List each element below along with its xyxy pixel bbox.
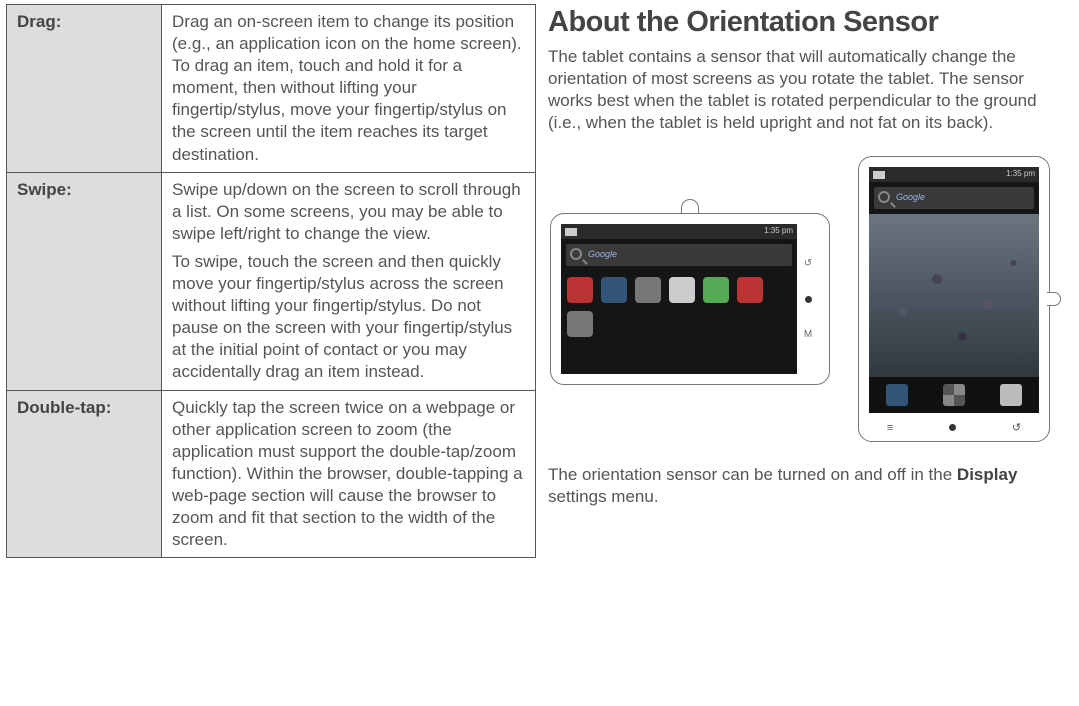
term-swipe: Swipe:	[7, 172, 162, 390]
def-doubletap: Quickly tap the screen twice on a webpag…	[162, 390, 536, 558]
app-icon	[601, 277, 627, 303]
tablet-screen: 1:35 pm Google	[561, 224, 797, 374]
tablet-portrait: 1:35 pm Google ≡ ↺	[858, 156, 1050, 442]
tablet-screen: 1:35 pm Google	[869, 167, 1039, 413]
app-icon	[703, 277, 729, 303]
table-row: Double-tap: Quickly tap the screen twice…	[7, 390, 536, 558]
section-outro: The orientation sensor can be turned on …	[548, 464, 1069, 508]
search-bar: Google	[566, 244, 792, 266]
app-icon	[669, 277, 695, 303]
def-text: Swipe up/down on the screen to scroll th…	[172, 179, 525, 245]
outro-text: settings menu.	[548, 487, 659, 506]
status-bar: 1:35 pm	[561, 224, 797, 239]
dock	[869, 377, 1039, 413]
dock-icon	[886, 384, 908, 406]
camera-icon	[1047, 292, 1061, 306]
app-icon	[567, 277, 593, 303]
gestures-table-column: Drag: Drag an on-screen item to change i…	[6, 4, 536, 702]
tablet-landscape: 1:35 pm Google	[550, 213, 830, 385]
search-bar: Google	[874, 187, 1034, 209]
back-icon: ↺	[1012, 421, 1021, 435]
home-icon	[949, 424, 956, 431]
gestures-table: Drag: Drag an on-screen item to change i…	[6, 4, 536, 558]
signal-icon	[873, 171, 885, 179]
def-drag: Drag an on-screen item to change its pos…	[162, 5, 536, 173]
device-illustrations: 1:35 pm Google	[548, 152, 1069, 446]
term-drag: Drag:	[7, 5, 162, 173]
search-logo: Google	[896, 192, 925, 204]
display-menu-label: Display	[957, 465, 1017, 484]
search-logo: Google	[588, 249, 617, 261]
app-icon	[635, 277, 661, 303]
search-icon	[570, 248, 582, 260]
term-doubletap: Double-tap:	[7, 390, 162, 558]
def-text: Drag an on-screen item to change its pos…	[172, 11, 525, 166]
bottom-nav-bar: ≡ ↺	[859, 421, 1049, 435]
table-row: Drag: Drag an on-screen item to change i…	[7, 5, 536, 173]
def-text: Quickly tap the screen twice on a webpag…	[172, 397, 525, 552]
wallpaper	[869, 214, 1039, 377]
app-icon	[567, 311, 593, 337]
menu-icon: M	[804, 328, 812, 341]
outro-text: The orientation sensor can be turned on …	[548, 465, 957, 484]
app-icon	[737, 277, 763, 303]
section-heading: About the Orientation Sensor	[548, 4, 1069, 42]
def-swipe: Swipe up/down on the screen to scroll th…	[162, 172, 536, 390]
app-drawer-icon	[943, 384, 965, 406]
home-icon	[805, 296, 812, 303]
search-icon	[878, 191, 890, 203]
back-icon: ↺	[804, 257, 812, 270]
clock-label: 1:35 pm	[1006, 169, 1035, 179]
def-text: To swipe, touch the screen and then quic…	[172, 251, 525, 384]
status-bar: 1:35 pm	[869, 167, 1039, 182]
signal-icon	[565, 228, 577, 236]
table-row: Swipe: Swipe up/down on the screen to sc…	[7, 172, 536, 390]
menu-icon: ≡	[887, 421, 893, 435]
clock-label: 1:35 pm	[764, 226, 793, 236]
section-intro: The tablet contains a sensor that will a…	[548, 46, 1069, 134]
home-icons	[561, 271, 797, 343]
side-nav-bar: ↺ M	[797, 224, 819, 374]
dock-icon	[1000, 384, 1022, 406]
orientation-section: About the Orientation Sensor The tablet …	[548, 4, 1073, 702]
